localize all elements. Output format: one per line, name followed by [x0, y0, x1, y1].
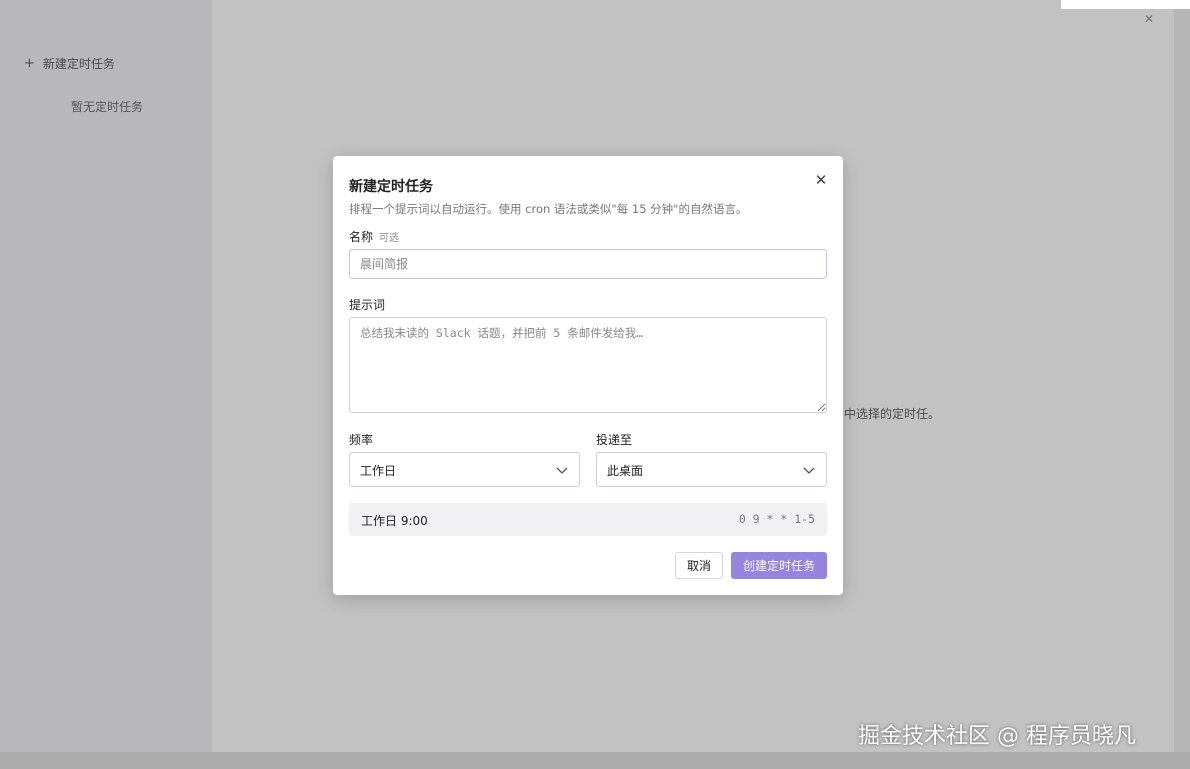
chevron-down-icon	[803, 467, 815, 474]
optional-tag: 可选	[379, 233, 400, 244]
deliver-to-select[interactable]: 此桌面	[596, 452, 827, 487]
top-corner-patch	[1061, 0, 1190, 9]
watermark: 掘金技术社区 @ 程序员晓凡	[858, 724, 1136, 749]
frequency-select[interactable]: 工作日	[349, 452, 580, 487]
create-task-dialog: 新建定时任务 ✕ 排程一个提示词以自动运行。使用 cron 语法或类似"每 15…	[333, 156, 843, 595]
prompt-label: 提示词	[349, 298, 386, 312]
frequency-value: 工作日	[360, 464, 397, 478]
deliver-to-label: 投递至	[596, 433, 633, 447]
dialog-description: 排程一个提示词以自动运行。使用 cron 语法或类似"每 15 分钟"的自然语言…	[349, 202, 748, 216]
cron-expression: 0 9 * * 1-5	[738, 512, 815, 526]
cancel-button[interactable]: 取消	[675, 552, 723, 579]
schedule-summary: 工作日 9:00 0 9 * * 1-5	[349, 503, 827, 536]
chevron-down-icon	[556, 467, 568, 474]
schedule-summary-text: 工作日 9:00	[361, 514, 428, 528]
frequency-label: 频率	[349, 433, 374, 447]
dialog-title: 新建定时任务	[349, 179, 433, 195]
name-label: 名称 可选	[349, 228, 399, 245]
deliver-to-value: 此桌面	[607, 464, 644, 478]
name-input[interactable]	[349, 249, 827, 279]
prompt-input[interactable]	[349, 317, 827, 413]
close-icon[interactable]: ✕	[811, 170, 831, 190]
create-task-button[interactable]: 创建定时任务	[731, 552, 827, 579]
name-label-text: 名称	[349, 230, 374, 244]
